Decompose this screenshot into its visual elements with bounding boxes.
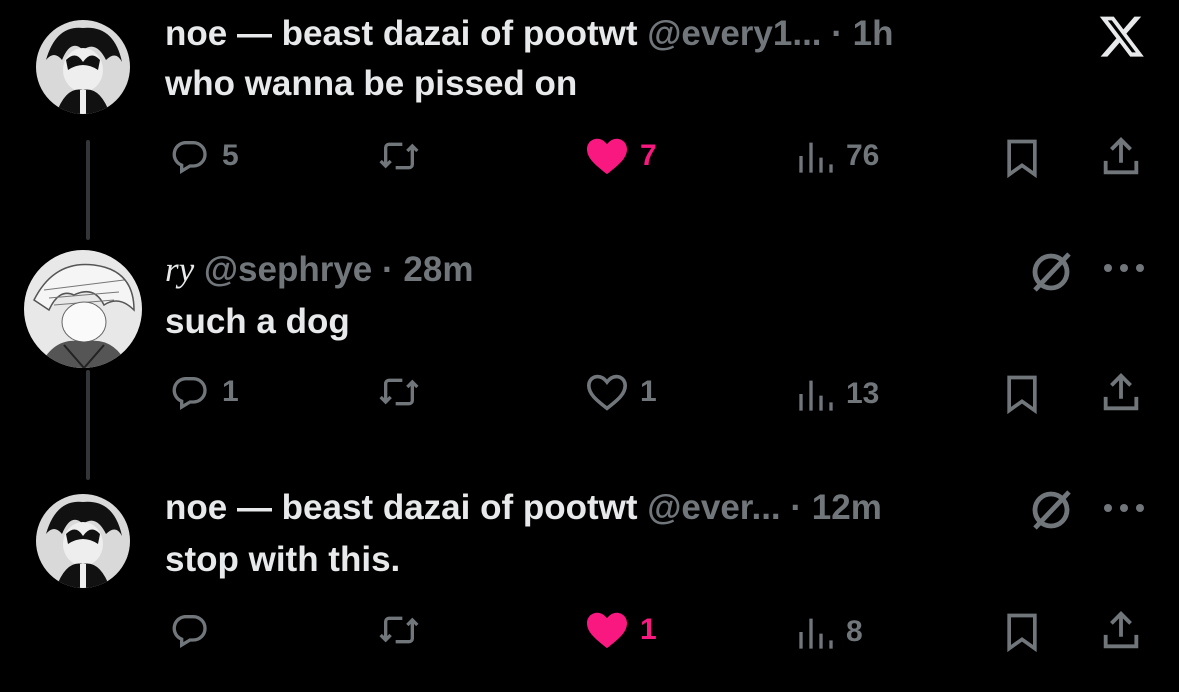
avatar[interactable] [36,494,130,588]
view-count: 76 [846,139,880,172]
share-icon [1103,373,1139,411]
retweet-icon [379,378,419,406]
reply-count: 1 [222,375,239,408]
display-name[interactable]: noe — beast dazai of pootwt [165,488,638,527]
timestamp[interactable]: 1h [853,14,894,53]
thread-line [86,140,90,240]
separator: · [382,250,394,289]
x-logo-icon[interactable] [1097,12,1147,60]
retweet-icon [379,142,419,170]
separator: · [831,14,843,53]
share-icon [1103,611,1139,649]
handle[interactable]: @ever... [647,488,780,527]
views-icon [799,618,833,649]
share-button[interactable] [1098,370,1144,416]
grok-icon[interactable] [1026,248,1076,296]
reply-icon [172,377,207,410]
tweet-header: ry @sephrye · 28m [165,250,473,290]
retweet-button[interactable] [372,372,436,412]
tweet-text: who wanna be pissed on [165,64,578,103]
more-icon[interactable] [1102,502,1146,514]
like-count: 1 [640,375,657,408]
retweet-button[interactable] [372,136,436,176]
tweet-text: stop with this. [165,540,401,579]
view-count: 13 [846,377,880,410]
separator: · [790,488,803,527]
handle[interactable]: @every1... [647,14,821,53]
bookmark-button[interactable] [1000,610,1044,654]
share-button[interactable] [1098,134,1144,180]
views-button[interactable]: 76 [796,136,879,176]
bookmark-button[interactable] [1000,372,1044,416]
timestamp[interactable]: 12m [812,488,882,527]
view-count: 8 [846,615,863,648]
grok-icon[interactable] [1026,486,1076,534]
reply-button[interactable]: 5 [168,136,239,176]
bookmark-button[interactable] [1000,136,1044,180]
more-icon[interactable] [1102,262,1146,274]
handle[interactable]: @sephrye [204,250,372,289]
timestamp[interactable]: 28m [403,250,473,289]
heart-icon [587,138,627,175]
like-count: 1 [640,613,657,646]
avatar[interactable] [36,20,130,114]
retweet-icon [379,616,419,644]
bookmark-icon [1007,375,1037,415]
reply-count: 5 [222,139,239,172]
like-button[interactable]: 1 [584,372,657,412]
views-button[interactable]: 13 [796,374,879,414]
reply-button[interactable]: 1 [168,372,239,412]
thread-line [86,370,90,480]
views-icon [799,380,833,411]
display-name[interactable]: ry [165,250,194,289]
reply-icon [172,141,207,174]
reply-icon [172,615,207,648]
tweet-header: noe — beast dazai of pootwt @every1... ·… [165,14,894,54]
views-icon [799,142,833,173]
like-button[interactable]: 1 [584,610,657,650]
tweet-text: such a dog [165,302,350,341]
like-count: 7 [640,139,657,172]
heart-icon [586,374,628,411]
like-button[interactable]: 7 [584,136,657,176]
retweet-button[interactable] [372,610,436,650]
share-icon [1103,137,1139,175]
avatar[interactable] [24,250,142,368]
avatar-image [36,494,130,588]
avatar-image [36,20,130,114]
share-button[interactable] [1098,608,1144,654]
views-button[interactable]: 8 [796,612,863,652]
heart-icon [587,612,627,649]
reply-button[interactable] [168,610,222,650]
bookmark-icon [1007,613,1037,653]
avatar-image [24,250,142,368]
tweet-header: noe — beast dazai of pootwt @ever... · 1… [165,488,882,528]
display-name[interactable]: noe — beast dazai of pootwt [165,14,638,53]
bookmark-icon [1007,139,1037,179]
